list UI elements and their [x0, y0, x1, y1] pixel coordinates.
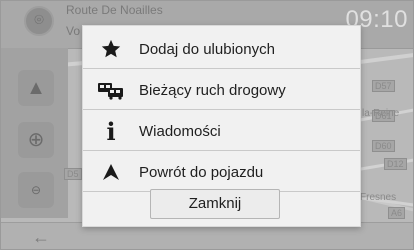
current-road-sub: Vo [66, 24, 81, 38]
place-label: Fresnes [360, 192, 397, 203]
menu-item-label: Dodaj do ulubionych [139, 40, 275, 58]
road-label: D5 [64, 168, 82, 180]
menu-item-add-favorite[interactable]: Dodaj do ulubionych [83, 30, 360, 69]
road-label: D57 [372, 80, 395, 92]
menu-item-return-to-vehicle[interactable]: Powrót do pojazdu [83, 153, 360, 192]
zoom-out-icon[interactable]: ⊖ [18, 172, 54, 208]
info-icon: i [106, 116, 116, 146]
left-panel: ▲ ⊕ ⊖ [0, 48, 68, 218]
menu-item-label: Powrót do pojazdu [139, 163, 264, 181]
road-label: A6 [388, 207, 406, 219]
menu-item-traffic[interactable]: Bieżący ruch drogowy [83, 71, 360, 110]
navigation-mode-icon[interactable]: ▲ [18, 70, 54, 106]
place-label: la-Reine [362, 108, 400, 119]
navigation-screen: ⌾ Route De Noailles Vo 09:10 ▲ ⊕ ⊖ D57 D… [0, 0, 414, 250]
traffic-icon [83, 71, 139, 109]
context-menu-popup: Dodaj do ulubionych Bieżący ruch drogowy [82, 25, 361, 227]
compass-icon[interactable]: ⌾ [24, 6, 54, 36]
back-arrow-icon[interactable]: ← [32, 227, 50, 248]
star-icon [83, 30, 139, 68]
zoom-in-icon[interactable]: ⊕ [18, 122, 54, 158]
close-button[interactable]: Zamknij [150, 189, 280, 219]
road-label: D12 [384, 158, 407, 170]
current-road-name: Route De Noailles [66, 3, 163, 17]
navigation-arrow-icon [83, 153, 139, 191]
menu-item-label: Bieżący ruch drogowy [139, 81, 286, 99]
menu-item-messages[interactable]: i Wiadomości [83, 112, 360, 151]
menu-item-label: Wiadomości [139, 122, 221, 140]
road-label: D60 [372, 140, 395, 152]
